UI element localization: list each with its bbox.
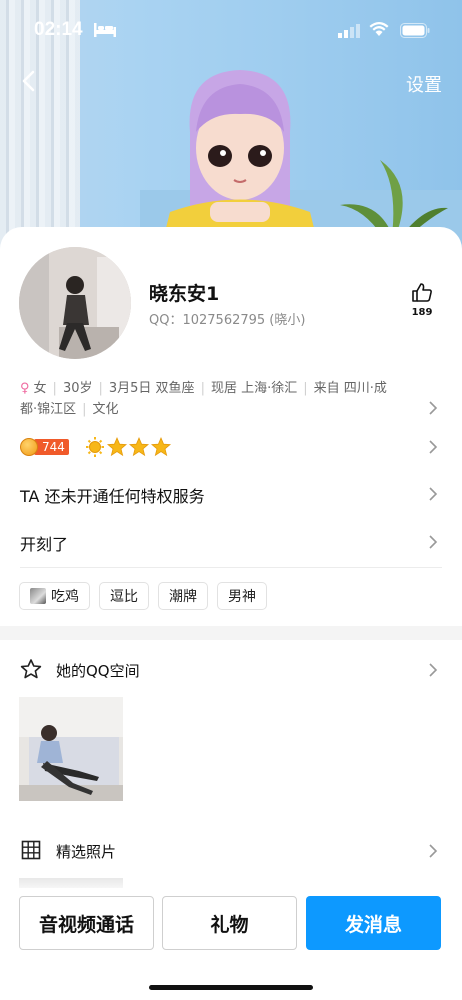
tag-list: 吃鸡 逗比 潮牌 男神 [19, 582, 267, 610]
signal-icon [338, 24, 360, 38]
qzone-photo[interactable] [19, 697, 123, 801]
info-gender: 女 [33, 381, 47, 396]
profile-card: 晓东安1 QQ：1027562795 (晓小) 189 ♀ 女 | 30岁 | 3月5日 … [0, 227, 462, 1000]
settings-button[interactable]: 设置 [406, 71, 442, 97]
status-bar: 02:14 [0, 0, 462, 60]
status-time: 02:14 [34, 19, 83, 40]
info-age: 30岁 [62, 381, 93, 396]
like-count: 189 [411, 307, 433, 318]
qzone-photo-image [19, 697, 123, 801]
home-indicator [149, 985, 313, 990]
signature-row[interactable]: 开刻了 [20, 531, 68, 555]
tag-label: 潮牌 [169, 589, 197, 605]
chevron-right-icon [429, 663, 438, 677]
tag-item[interactable]: 逗比 [99, 582, 149, 610]
female-icon: ♀ [20, 381, 30, 396]
qq-number: QQ：1027562795 (晓小) [149, 313, 306, 328]
chevron-right-icon [429, 844, 438, 858]
tag-label: 吃鸡 [51, 589, 79, 605]
chevron-right-icon [429, 401, 438, 415]
tag-label: 逗比 [110, 589, 138, 605]
privilege-row[interactable]: TA 还未开通任何特权服务 [20, 483, 205, 507]
send-message-button[interactable]: 发消息 [306, 896, 441, 950]
info-hometown: 来自 四川·成 [313, 381, 387, 396]
level-row[interactable]: 744 [20, 435, 440, 459]
basic-info[interactable]: ♀ 女 | 30岁 | 3月5日 双鱼座 | 现居 上海·徐汇 | 来自 四川·成 都·锦江区 | 文… [20, 378, 420, 420]
grid-icon [21, 840, 41, 860]
avatar[interactable] [19, 247, 131, 359]
star-icon [106, 436, 128, 457]
star-icon [150, 436, 172, 457]
sun-icon [86, 437, 104, 457]
chevron-left-icon [22, 70, 35, 92]
tag-thumbnail [30, 588, 46, 604]
chevron-right-icon [429, 535, 438, 549]
info-location: 现居 上海·徐汇 [210, 381, 298, 396]
back-button[interactable] [14, 66, 44, 96]
level-badge: 744 [34, 439, 69, 455]
wifi-icon [369, 22, 389, 36]
star-icon [128, 436, 150, 457]
avatar-image [19, 247, 131, 359]
tag-item[interactable]: 吃鸡 [19, 582, 90, 610]
tag-item[interactable]: 男神 [217, 582, 267, 610]
qzone-section-title[interactable]: 她的QQ空间 [56, 660, 140, 681]
av-call-button[interactable]: 音视频通话 [19, 896, 154, 950]
photo-thumbnail[interactable] [19, 878, 123, 888]
like-button[interactable]: 189 [404, 282, 440, 318]
coin-icon [20, 438, 38, 456]
tag-item[interactable]: 潮牌 [158, 582, 208, 610]
photos-section-title[interactable]: 精选照片 [56, 841, 116, 862]
section-separator [0, 626, 462, 640]
info-birthday: 3月5日 双鱼座 [108, 381, 195, 396]
divider [20, 567, 442, 568]
level-icons [86, 436, 172, 457]
chevron-right-icon [429, 487, 438, 501]
gift-button[interactable]: 礼物 [162, 896, 297, 950]
bed-icon [94, 23, 116, 37]
nickname: 晓东安1 [149, 283, 220, 305]
tag-label: 男神 [228, 589, 256, 605]
info-hometown-cont: 都·锦江区 [20, 402, 77, 417]
chevron-right-icon [429, 440, 438, 454]
avatar-3d-character [165, 70, 315, 232]
star-outline-icon [20, 659, 42, 679]
info-profession: 文化 [92, 402, 119, 417]
thumbs-up-icon [412, 283, 432, 302]
battery-icon [400, 23, 430, 38]
